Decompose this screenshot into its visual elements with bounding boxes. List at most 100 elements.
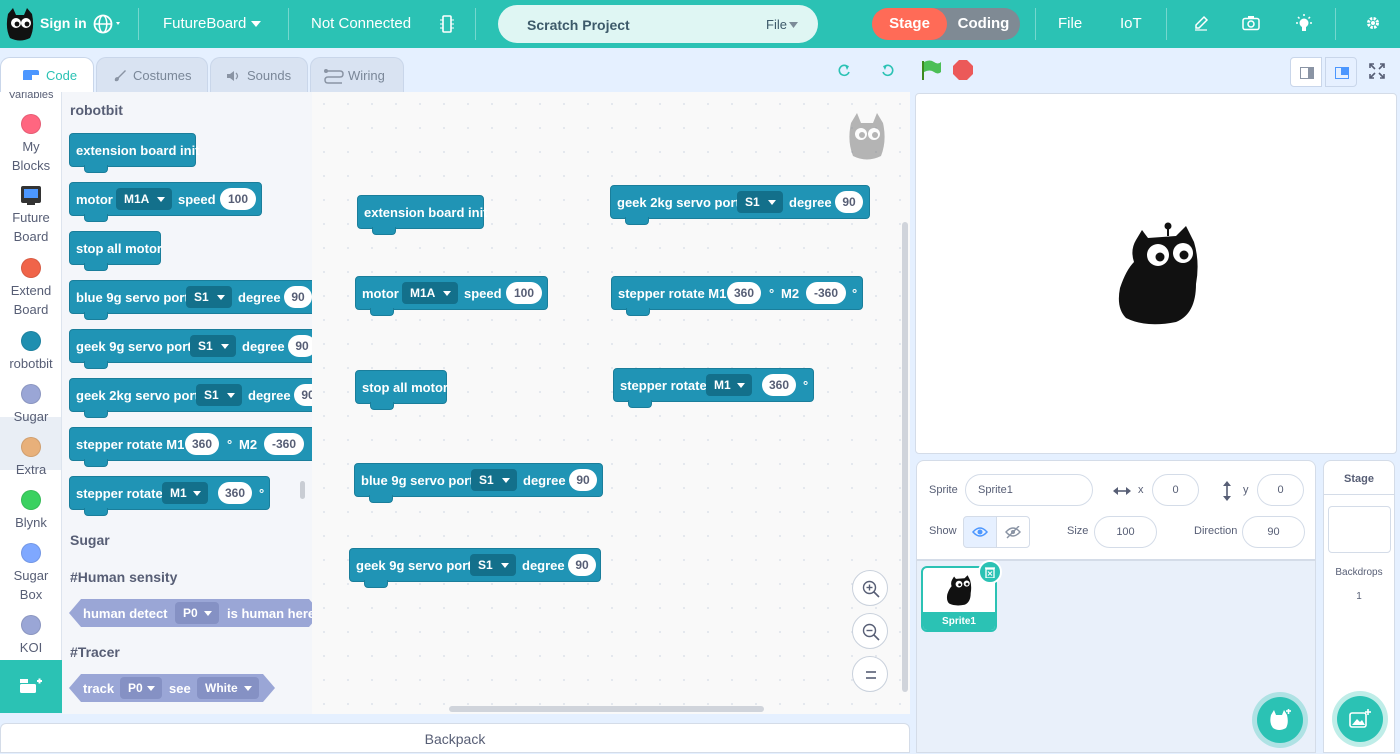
stepper-m1-input[interactable]: 360 (185, 433, 219, 455)
sign-in-link[interactable]: Sign in (40, 15, 87, 31)
ws-block-geek2kg-servo[interactable]: geek 2kg servo port S1 degree 90 (610, 185, 870, 225)
degree-input[interactable]: 90 (568, 554, 596, 576)
workspace-horizontal-scrollbar[interactable] (449, 706, 764, 712)
add-extension-button[interactable] (0, 660, 62, 713)
palette-block-ext-init[interactable]: extension board init (69, 133, 200, 173)
track-color-dropdown[interactable]: White (197, 677, 259, 699)
project-title[interactable]: Scratch Project (527, 17, 630, 33)
stepper-input[interactable]: 360 (218, 482, 252, 504)
speed-input[interactable]: 100 (506, 282, 542, 304)
large-stage-button[interactable] (1325, 57, 1357, 87)
category-my-blocks[interactable]: My Blocks (0, 114, 61, 175)
palette-block-blue-servo[interactable]: blue 9g servo port S1 degree 90 (69, 280, 312, 320)
palette-block-human-detect[interactable]: human detect P0 is human here? (69, 599, 312, 627)
stepper-input[interactable]: 360 (762, 374, 796, 396)
servo-port-dropdown[interactable]: S1 (470, 554, 516, 576)
iot-menu[interactable]: IoT (1120, 15, 1142, 32)
stepper-m2-input[interactable]: -360 (806, 282, 846, 304)
connection-status[interactable]: Not Connected (311, 15, 411, 32)
stop-sign-icon[interactable] (953, 60, 973, 80)
sprite-name-input[interactable]: Sprite1 (965, 474, 1093, 506)
stage-canvas[interactable] (915, 93, 1397, 454)
servo-port-dropdown[interactable]: S1 (196, 384, 242, 406)
direction-input[interactable]: 90 (1242, 516, 1305, 548)
size-input[interactable]: 100 (1094, 516, 1157, 548)
y-input[interactable]: 0 (1257, 474, 1304, 506)
coding-mode-button[interactable]: Coding (947, 8, 1020, 40)
add-sprite-button[interactable] (1257, 697, 1303, 743)
fullscreen-icon[interactable] (1369, 63, 1385, 79)
stepper-port-dropdown[interactable]: M1 (706, 374, 752, 396)
human-port-dropdown[interactable]: P0 (175, 602, 219, 624)
workspace-vertical-scrollbar[interactable] (902, 222, 908, 692)
board-selector[interactable]: FutureBoard (163, 15, 246, 32)
camera-icon[interactable] (1242, 15, 1260, 31)
x-input[interactable]: 0 (1152, 474, 1199, 506)
servo-port-dropdown[interactable]: S1 (190, 335, 236, 357)
stepper-m2-input[interactable]: -360 (264, 433, 304, 455)
category-sugar[interactable]: Sugar (0, 384, 61, 426)
zoom-out-button[interactable] (852, 613, 888, 649)
tab-costumes[interactable]: Costumes (96, 57, 208, 93)
category-variables[interactable]: Variables (0, 92, 61, 105)
palette-block-geek2kg-servo[interactable]: geek 2kg servo port S1 degree 90 (69, 378, 312, 418)
redo-icon[interactable] (880, 62, 896, 78)
palette-block-stepper[interactable]: stepper rotate M1 360 ° (69, 476, 270, 516)
palette-block-geek-servo[interactable]: geek 9g servo port S1 degree 90 (69, 329, 312, 369)
ws-block-ext-init[interactable]: extension board init (357, 195, 488, 235)
palette-block-motor[interactable]: motor M1A speed 100 (69, 182, 262, 222)
degree-input[interactable]: 90 (294, 384, 312, 406)
ws-block-blue-servo[interactable]: blue 9g servo port S1 degree 90 (354, 463, 603, 503)
small-stage-button[interactable] (1290, 57, 1322, 87)
palette-block-track[interactable]: track P0 see White (69, 674, 275, 702)
zoom-in-button[interactable] (852, 570, 888, 606)
stepper-m1-input[interactable]: 360 (727, 282, 761, 304)
undo-icon[interactable] (836, 62, 852, 78)
add-backdrop-button[interactable] (1337, 696, 1383, 742)
track-port-dropdown[interactable]: P0 (120, 677, 162, 699)
category-sugar-box[interactable]: Sugar Box (0, 543, 61, 604)
green-flag-icon[interactable] (920, 59, 942, 81)
palette-scrollbar[interactable] (300, 481, 305, 499)
show-sprite-button[interactable] (963, 516, 997, 548)
ws-block-geek-servo[interactable]: geek 9g servo port S1 degree 90 (349, 548, 601, 588)
chevron-down-icon[interactable] (250, 20, 262, 28)
backpack-bar[interactable]: Backpack (0, 723, 910, 753)
motor-port-dropdown[interactable]: M1A (116, 188, 172, 210)
category-robotbit[interactable]: robotbit (0, 331, 61, 373)
settings-gear-icon[interactable] (1366, 16, 1380, 30)
ws-block-stepper-m1m2[interactable]: stepper rotate M1 360 ° M2 -360 ° (611, 276, 863, 316)
project-file-menu[interactable]: File (766, 17, 787, 32)
palette-block-stop-all[interactable]: stop all motor (69, 231, 162, 271)
zoom-reset-button[interactable] (852, 656, 888, 692)
palette-block-stepper-m1m2[interactable]: stepper rotate M1 360 ° M2 -360 (69, 427, 312, 467)
servo-port-dropdown[interactable]: S1 (737, 191, 783, 213)
sprite-cat-icon[interactable] (1116, 222, 1200, 326)
degree-input[interactable]: 90 (288, 335, 312, 357)
stepper-port-dropdown[interactable]: M1 (162, 482, 208, 504)
cat-logo-icon[interactable] (4, 6, 36, 42)
category-future-board[interactable]: Future Board (0, 186, 61, 246)
category-koi[interactable]: KOI (0, 615, 61, 657)
ws-block-motor[interactable]: motor M1A speed 100 (355, 276, 548, 316)
backdrop-thumbnail[interactable] (1328, 506, 1391, 553)
ws-block-stepper[interactable]: stepper rotate M1 360 ° (613, 368, 814, 408)
hide-sprite-button[interactable] (996, 516, 1030, 548)
language-globe-icon[interactable] (93, 14, 123, 34)
category-extra[interactable]: Extra (0, 437, 61, 479)
category-extend-board[interactable]: Extend Board (0, 258, 61, 319)
ws-block-stop-all[interactable]: stop all motor (355, 370, 448, 410)
device-chip-icon[interactable] (440, 14, 454, 34)
tab-wiring[interactable]: Wiring (310, 57, 404, 93)
degree-input[interactable]: 90 (835, 191, 863, 213)
tab-code[interactable]: Code (0, 57, 94, 93)
project-title-field[interactable]: Scratch Project File (498, 5, 818, 43)
category-blynk[interactable]: Blynk (0, 490, 61, 532)
script-workspace[interactable]: extension board init geek 2kg servo port… (312, 92, 910, 714)
file-menu[interactable]: File (1058, 15, 1082, 32)
servo-port-dropdown[interactable]: S1 (186, 286, 232, 308)
servo-port-dropdown[interactable]: S1 (471, 469, 517, 491)
edit-pencil-icon[interactable] (1193, 15, 1209, 31)
speed-input[interactable]: 100 (220, 188, 256, 210)
stage-selector-panel[interactable]: Stage Backdrops 1 (1323, 460, 1395, 753)
